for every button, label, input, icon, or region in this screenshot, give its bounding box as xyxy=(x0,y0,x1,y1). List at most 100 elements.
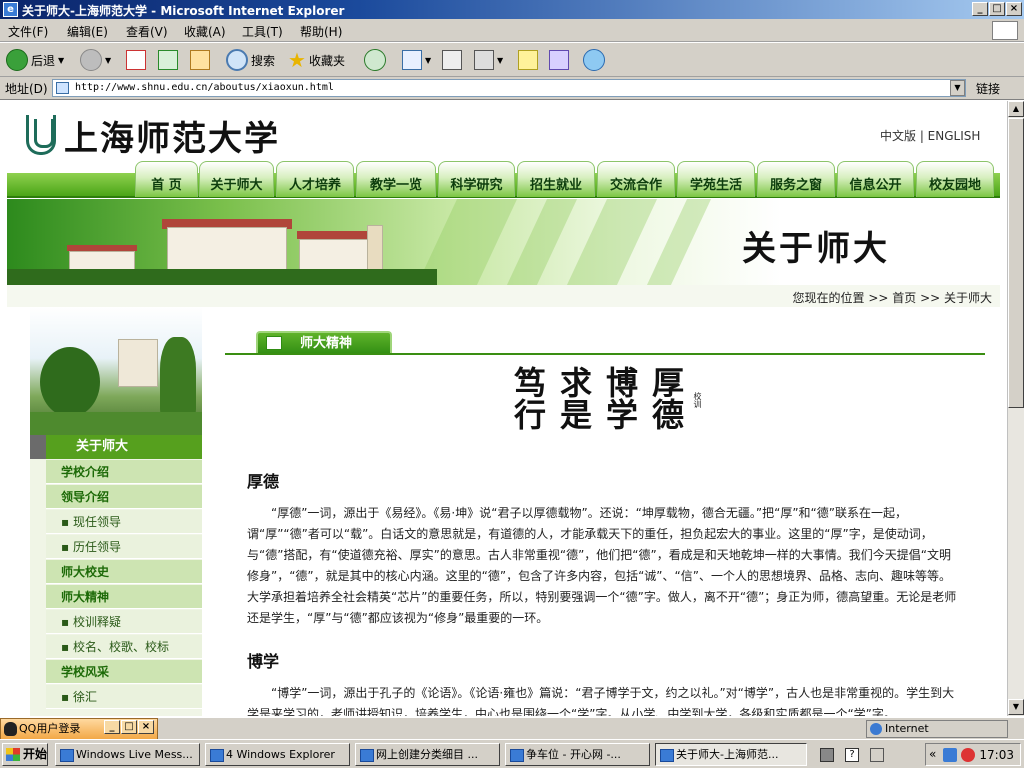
motto-chars-4: 笃行 xyxy=(509,366,547,430)
sidebar-item-campus-style[interactable]: 学校风采 xyxy=(46,660,202,684)
motto-chars-3: 求是 xyxy=(555,366,593,430)
sidebar-item-past-leaders[interactable]: ▪ 历任领导 xyxy=(46,535,202,559)
minimize-button[interactable]: _ xyxy=(972,2,988,16)
nav-research[interactable]: 科学研究 xyxy=(438,161,515,197)
back-label: 后退 xyxy=(31,53,56,68)
nav-exchange[interactable]: 交流合作 xyxy=(597,161,675,197)
menu-view[interactable]: 查看(V) xyxy=(126,23,168,40)
help-icon[interactable]: ? xyxy=(845,748,859,762)
motto-chars-2: 博学 xyxy=(601,366,639,430)
menu-bar: 文件(F) 编辑(E) 查看(V) 收藏(A) 工具(T) 帮助(H) xyxy=(0,19,1024,42)
research-icon xyxy=(549,50,569,70)
clock[interactable]: 17:03 xyxy=(979,748,1014,762)
menu-favorites[interactable]: 收藏(A) xyxy=(184,23,226,40)
maximize-button[interactable]: □ xyxy=(989,2,1005,16)
motto-calligraphy: 笃行 求是 博学 厚德 校训 xyxy=(508,366,703,446)
nav-about[interactable]: 关于师大 xyxy=(199,161,274,197)
qq-minimize-button[interactable]: _ xyxy=(104,720,120,734)
scroll-down-button[interactable]: ▼ xyxy=(1008,699,1024,715)
sidebar-item-name-song-emblem[interactable]: ▪ 校名、校歌、校标 xyxy=(46,635,202,659)
sidebar-item-leaders[interactable]: 领导介绍 xyxy=(46,485,202,509)
sidebar-item-history[interactable]: 师大校史 xyxy=(46,560,202,584)
paragraph-boxue: “博学”一词，源出于孔子的《论语》。《论语·雍也》篇说：“君子博学于文，约之以礼… xyxy=(247,686,955,716)
menu-tools[interactable]: 工具(T) xyxy=(242,23,283,40)
sidebar-item-current-leaders[interactable]: ▪ 现任领导 xyxy=(46,510,202,534)
links-button[interactable]: 链接 xyxy=(976,80,1000,97)
history-button[interactable] xyxy=(364,48,386,72)
motto-label: 校训 xyxy=(693,392,702,408)
system-tray: « 17:03 xyxy=(925,743,1021,766)
scroll-up-button[interactable]: ▲ xyxy=(1008,101,1024,117)
breadcrumb-bar: 您现在的位置 >> 首页 >> 关于师大 xyxy=(7,285,1000,307)
network-icon[interactable] xyxy=(943,748,957,762)
heading-boxue: 博学 xyxy=(247,652,280,671)
note-icon xyxy=(518,50,538,70)
security-zone: Internet xyxy=(866,720,1008,738)
task-about-shnu[interactable]: 关于师大-上海师范... xyxy=(655,743,807,766)
sidebar-item-xuhui[interactable]: ▪ 徐汇 xyxy=(46,685,202,709)
nav-public-info[interactable]: 信息公开 xyxy=(837,161,914,197)
menu-file[interactable]: 文件(F) xyxy=(8,23,48,40)
favorites-button[interactable]: ★ 收藏夹 xyxy=(288,48,345,72)
menu-help[interactable]: 帮助(H) xyxy=(300,23,342,40)
search-button[interactable]: 搜索 xyxy=(226,48,275,72)
sidebar-item-spirit[interactable]: 师大精神 xyxy=(46,585,202,609)
banner-title: 关于师大 xyxy=(742,229,890,269)
forward-button[interactable]: ▼ xyxy=(80,48,111,72)
sidebar-item-motto[interactable]: ▪ 校训释疑 xyxy=(46,610,202,634)
close-button[interactable]: × xyxy=(1006,2,1022,16)
mail-button[interactable]: ▼ xyxy=(402,48,431,72)
section-divider xyxy=(225,353,985,355)
start-label: 开始 xyxy=(23,747,48,761)
research-button[interactable] xyxy=(549,48,569,72)
task-kaixin-parking[interactable]: 争车位 - 开心网 -... xyxy=(505,743,650,766)
discuss-button[interactable] xyxy=(518,48,538,72)
print-icon xyxy=(442,50,462,70)
site-logo[interactable]: 上海师范大学 xyxy=(26,113,280,159)
start-button[interactable]: 开始 xyxy=(2,743,48,766)
nav-admission[interactable]: 招生就业 xyxy=(517,161,595,197)
qq-close-button[interactable]: × xyxy=(138,720,154,734)
stop-button[interactable] xyxy=(126,48,146,72)
sidebar-item-school-intro[interactable]: 学校介绍 xyxy=(46,460,202,484)
scroll-thumb[interactable] xyxy=(1008,118,1024,408)
nav-home[interactable]: 首 页 xyxy=(135,161,198,197)
favorites-label: 收藏夹 xyxy=(308,53,345,68)
ie-window-icon[interactable]: e xyxy=(3,2,18,17)
refresh-icon xyxy=(158,50,178,70)
menu-edit[interactable]: 编辑(E) xyxy=(67,23,108,40)
print-button[interactable] xyxy=(442,48,462,72)
nav-talent[interactable]: 人才培养 xyxy=(276,161,354,197)
home-button[interactable] xyxy=(190,48,210,72)
task-windows-explorer[interactable]: 4 Windows Explorer xyxy=(205,743,350,766)
star-icon: ★ xyxy=(288,48,306,72)
stop-icon xyxy=(126,50,146,70)
keyboard-icon[interactable] xyxy=(820,748,834,762)
qq-restore-button[interactable]: □ xyxy=(121,720,137,734)
title-bar[interactable]: e 关于师大-上海师范大学 - Microsoft Internet Explo… xyxy=(0,0,1024,19)
address-dropdown-button[interactable]: ▼ xyxy=(950,80,965,96)
messenger-button[interactable] xyxy=(583,48,605,72)
nav-alumni[interactable]: 校友园地 xyxy=(916,161,994,197)
task-live-messenger[interactable]: Windows Live Mess... xyxy=(55,743,200,766)
history-icon xyxy=(364,49,386,71)
vertical-scrollbar[interactable]: ▲ ▼ xyxy=(1007,101,1024,716)
nav-services[interactable]: 服务之窗 xyxy=(757,161,835,197)
task-create-catalog[interactable]: 网上创建分类细目 ... xyxy=(355,743,500,766)
language-bar-icon[interactable] xyxy=(870,748,884,762)
search-icon xyxy=(226,49,248,71)
page-banner: 关于师大 xyxy=(7,199,1000,285)
taskbar: 开始 Windows Live Mess... 4 Windows Explor… xyxy=(0,739,1024,768)
tray-expand-icon[interactable]: « xyxy=(929,747,936,761)
address-input[interactable]: http://www.shnu.edu.cn/aboutus/xiaoxun.h… xyxy=(52,79,966,97)
nav-campus-life[interactable]: 学苑生活 xyxy=(677,161,755,197)
refresh-button[interactable] xyxy=(158,48,178,72)
breadcrumb[interactable]: 您现在的位置 >> 首页 >> 关于师大 xyxy=(793,289,992,306)
antivirus-icon[interactable] xyxy=(961,748,975,762)
nav-teaching[interactable]: 教学一览 xyxy=(356,161,436,197)
edit-page-button[interactable]: ▼ xyxy=(474,48,503,72)
back-button[interactable]: 后退 ▼ xyxy=(6,48,64,72)
home-icon xyxy=(190,50,210,70)
language-switch[interactable]: 中文版 | ENGLISH xyxy=(880,127,980,144)
sidebar: 关于师大 学校介绍 领导介绍 ▪ 现任领导 ▪ 历任领导 师大校史 师大精神 ▪… xyxy=(30,435,202,716)
